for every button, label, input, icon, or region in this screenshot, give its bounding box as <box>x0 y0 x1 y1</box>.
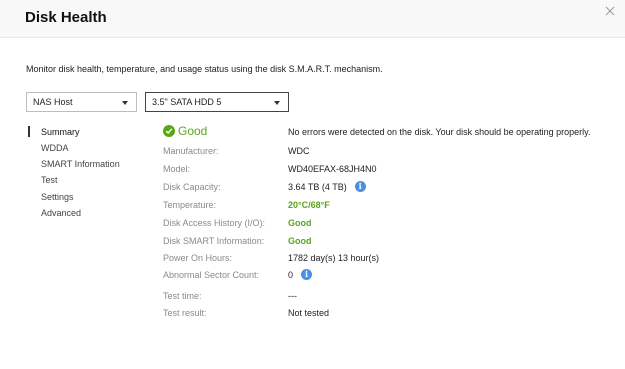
nav-item-test[interactable]: Test <box>41 175 58 185</box>
manufacturer-label: Manufacturer: <box>163 146 219 156</box>
temperature-label: Temperature: <box>163 200 217 210</box>
info-icon[interactable]: i <box>354 181 366 192</box>
dialog-header: Disk Health <box>0 0 625 38</box>
close-icon[interactable] <box>603 4 617 18</box>
nav-item-smart-information[interactable]: SMART Information <box>41 159 120 169</box>
nav-item-summary[interactable]: Summary <box>41 127 80 137</box>
capacity-row: 3.64 TB (4 TB) i <box>288 181 366 192</box>
health-status-message: No errors were detected on the disk. You… <box>288 127 591 137</box>
dialog-description: Monitor disk health, temperature, and us… <box>26 64 383 74</box>
test-time-value: --- <box>288 291 297 301</box>
disk-select-value: 3.5" SATA HDD 5 <box>152 97 222 107</box>
abnormal-sector-row: 0 i <box>288 269 313 280</box>
power-on-hours-value: 1782 day(s) 13 hour(s) <box>288 253 380 263</box>
capacity-label: Disk Capacity: <box>163 182 221 192</box>
dialog-title: Disk Health <box>25 9 107 26</box>
abnormal-sector-value: 0 <box>288 269 294 280</box>
model-value: WD40EFAX-68JH4N0 <box>288 164 377 174</box>
chevron-down-icon <box>274 101 280 105</box>
disk-select[interactable]: 3.5" SATA HDD 5 <box>145 92 289 112</box>
nav-selected-indicator <box>28 126 30 137</box>
chevron-down-icon <box>122 101 128 105</box>
test-result-value: Not tested <box>288 308 330 318</box>
info-icon[interactable]: i <box>301 269 313 280</box>
health-status: Good <box>163 124 207 138</box>
abnormal-sector-label: Abnormal Sector Count: <box>163 270 260 280</box>
access-history-label: Disk Access History (I/O): <box>163 218 266 228</box>
test-time-label: Test time: <box>163 291 202 301</box>
smart-info-value[interactable]: Good <box>288 236 312 246</box>
model-label: Model: <box>163 164 191 174</box>
test-result-label: Test result: <box>163 308 207 318</box>
host-select[interactable]: NAS Host <box>26 92 137 112</box>
nav-item-settings[interactable]: Settings <box>41 192 74 202</box>
check-circle-icon <box>163 125 175 137</box>
capacity-value: 3.64 TB (4 TB) <box>288 181 347 192</box>
manufacturer-value: WDC <box>288 146 310 156</box>
access-history-value[interactable]: Good <box>288 218 312 228</box>
nav-item-wdda[interactable]: WDDA <box>41 143 69 153</box>
power-on-hours-label: Power On Hours: <box>163 253 233 263</box>
temperature-value: 20°C/68°F <box>288 200 330 210</box>
health-status-text: Good <box>178 124 208 138</box>
host-select-value: NAS Host <box>33 97 73 107</box>
nav-item-advanced[interactable]: Advanced <box>41 208 81 218</box>
smart-info-label: Disk SMART Information: <box>163 236 265 246</box>
